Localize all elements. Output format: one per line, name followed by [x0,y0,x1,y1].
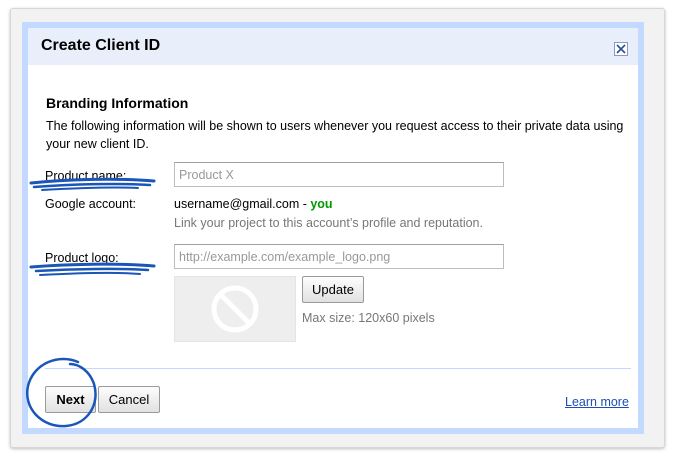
google-account-separator: - [299,197,311,211]
logo-preview [174,276,296,342]
no-image-icon [211,285,259,333]
footer-divider [45,368,631,369]
google-account-hint: Link your project to this account’s prof… [174,216,483,230]
product-name-input[interactable] [174,162,504,187]
section-title: Branding Information [46,95,189,111]
branding-description: The following information will be shown … [46,119,624,151]
google-account-email: username@gmail.com [174,197,300,211]
update-button[interactable]: Update [302,276,364,303]
create-client-id-dialog: Create Client ID Branding Information Th… [22,22,644,434]
dialog-header: Create Client ID [28,28,638,65]
next-button[interactable]: Next [45,386,96,413]
close-button[interactable] [614,42,628,56]
google-account-label: Google account: [45,197,137,211]
product-name-label: Product name: [45,169,127,183]
product-logo-url-input[interactable] [174,244,504,269]
product-logo-label: Product logo: [45,251,119,265]
learn-more-link[interactable]: Learn more [565,395,629,409]
google-account-value: username@gmail.com - you [174,197,333,211]
cancel-button[interactable]: Cancel [98,386,160,413]
close-icon [616,44,626,54]
google-account-you-badge: you [310,197,333,211]
max-size-hint: Max size: 120x60 pixels [302,311,435,325]
dialog-title: Create Client ID [41,37,161,54]
